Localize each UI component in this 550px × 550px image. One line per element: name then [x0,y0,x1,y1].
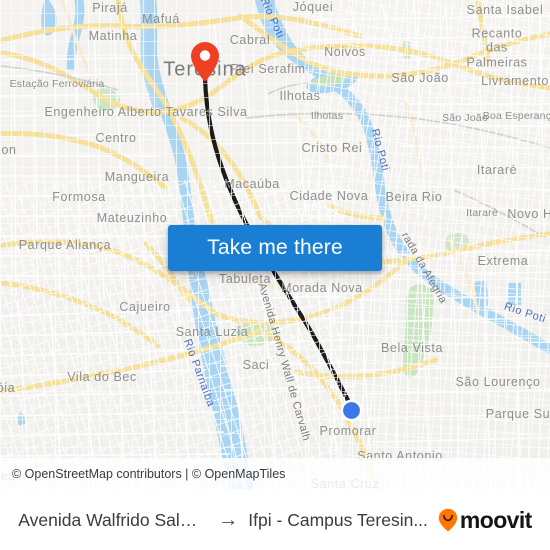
map-attribution: © OpenStreetMap contributors | © OpenMap… [0,458,550,490]
moovit-pin-icon [438,508,458,532]
take-me-there-label: Take me there [207,236,343,259]
map-block-texture-se [330,250,550,490]
destination-label: Ifpi - Campus Teresin... [248,509,428,530]
take-me-there-button[interactable]: Take me there [168,225,382,271]
origin-pin[interactable] [190,41,220,83]
destination-dot[interactable] [340,399,363,422]
moovit-logo[interactable]: moovit [438,507,532,534]
map-canvas[interactable]: Pirajá Mafuá Matinha Cabral Jóquei Santa Isab… [0,0,550,490]
moovit-wordmark: moovit [459,506,532,533]
origin-label: Avenida Walfrido Salmito, ... [18,509,208,530]
map-block-texture-ne [300,0,550,260]
moovit-map-screen: Pirajá Mafuá Matinha Cabral Jóquei Santa Isab… [0,0,550,550]
attribution-text: © OpenStreetMap contributors | © OpenMap… [12,467,286,481]
trip-footer: Avenida Walfrido Salmito, ... → Ifpi - C… [0,490,550,550]
arrow-right-icon: → [218,509,239,531]
